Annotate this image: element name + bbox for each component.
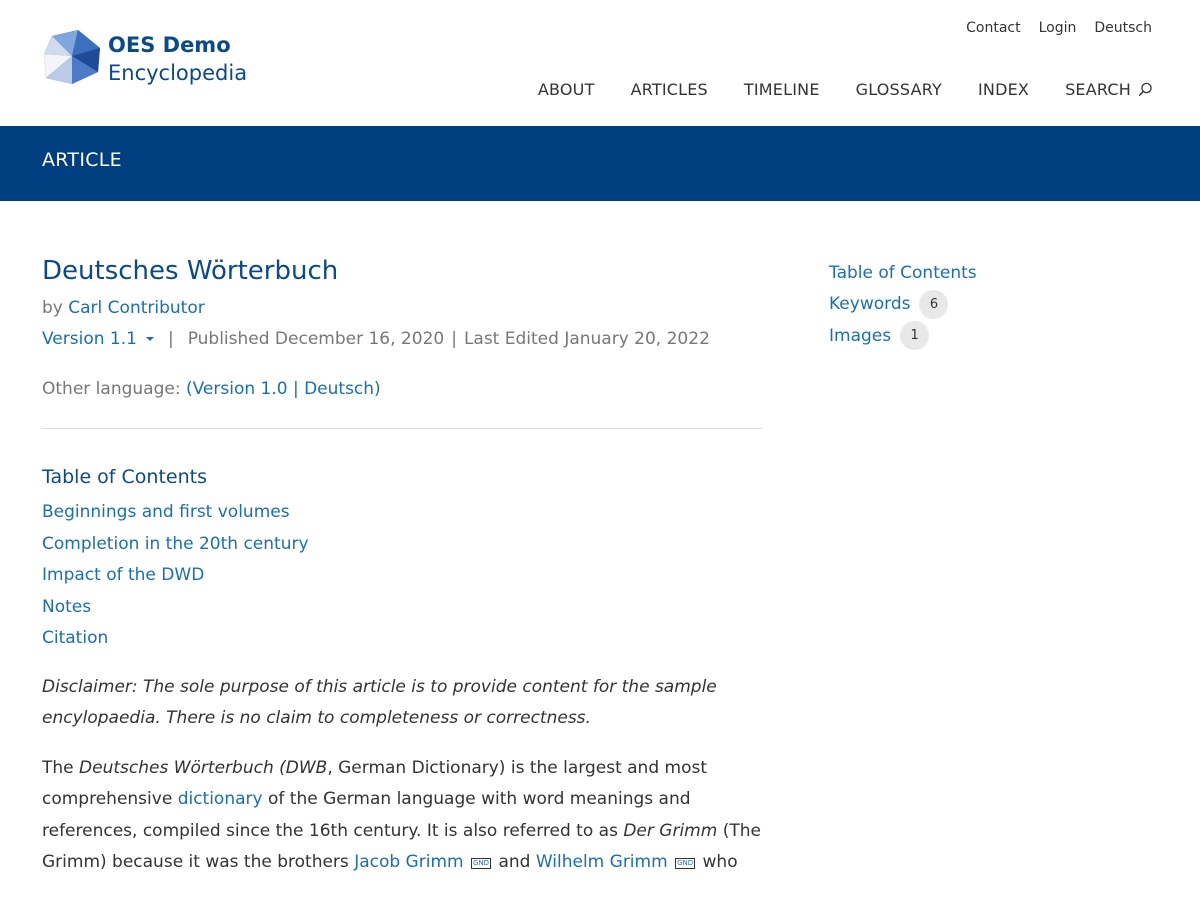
article-title: Deutsches Wörterbuch — [42, 256, 339, 286]
meta-separator: | — [451, 329, 457, 349]
last-edited-date: Last Edited January 20, 2022 — [463, 329, 710, 349]
toc-item: Citation — [42, 623, 762, 655]
toc-link-completion[interactable]: Completion in the 20th century — [42, 534, 309, 554]
logo-text: OES Demo Encyclopedia — [108, 31, 247, 87]
byline-prefix: by — [42, 298, 63, 318]
other-language-label: Other language: — [42, 379, 181, 399]
toc-link-notes[interactable]: Notes — [42, 597, 91, 617]
keywords-count-badge: 6 — [919, 289, 949, 319]
other-language: Other language: (Version 1.0 | Deutsch) — [42, 377, 762, 401]
version-dropdown[interactable]: Version 1.1 — [42, 327, 168, 351]
wilhelm-grimm-link[interactable]: Wilhelm Grimm — [536, 852, 668, 872]
main-nav: ABOUT ARTICLES TIMELINE GLOSSARY INDEX S… — [538, 80, 1153, 99]
gnd-icon[interactable]: GND — [470, 858, 492, 869]
nav-search[interactable]: SEARCH — [1065, 80, 1153, 99]
banner-title: ARTICLE — [42, 149, 122, 171]
sidebar-keywords-link[interactable]: Keywords — [829, 294, 910, 314]
sidebar-item-keywords: Keywords 6 — [829, 289, 977, 321]
toc-item: Impact of the DWD — [42, 560, 762, 592]
sidebar-images-link[interactable]: Images — [829, 326, 891, 346]
published-date: Published December 16, 2020 — [187, 329, 445, 349]
contact-link[interactable]: Contact — [966, 20, 1020, 36]
nav-timeline[interactable]: TIMELINE — [744, 80, 820, 99]
toc-link-citation[interactable]: Citation — [42, 628, 108, 648]
toc-link-impact[interactable]: Impact of the DWD — [42, 565, 204, 585]
site-logo[interactable]: OES Demo Encyclopedia — [42, 28, 247, 88]
search-icon — [1138, 82, 1152, 97]
nav-search-label: SEARCH — [1065, 80, 1131, 99]
text-run: who — [697, 852, 738, 872]
text-run: and — [493, 852, 536, 872]
meta-separator: | — [167, 329, 174, 349]
author-link[interactable]: Carl Contributor — [68, 298, 204, 318]
toc-item: Notes — [42, 592, 762, 624]
toc-link-beginnings[interactable]: Beginnings and first volumes — [42, 502, 290, 522]
toc-title: Table of Contents — [42, 466, 207, 488]
site-header: OES Demo Encyclopedia Contact Login Deut… — [0, 0, 1200, 126]
version-label: Version 1.1 — [42, 329, 137, 349]
logo-line1: OES Demo — [108, 33, 231, 57]
toc-item: Beginnings and first volumes — [42, 497, 762, 529]
sidebar-item-images: Images 1 — [829, 320, 977, 352]
sidebar-item-toc: Table of Contents — [829, 257, 977, 289]
other-language-link[interactable]: (Version 1.0 | Deutsch) — [186, 379, 381, 399]
article-meta: Version 1.1 | Published December 16, 202… — [42, 327, 762, 351]
nav-about[interactable]: ABOUT — [538, 80, 595, 99]
utility-nav: Contact Login Deutsch — [966, 20, 1152, 36]
article: Deutsches Wörterbuch by Carl Contributor… — [42, 254, 762, 896]
nav-glossary[interactable]: GLOSSARY — [856, 80, 942, 99]
login-link[interactable]: Login — [1039, 20, 1077, 36]
disclaimer: Disclaimer: The sole purpose of this art… — [42, 676, 717, 729]
language-switch-link[interactable]: Deutsch — [1094, 20, 1152, 36]
byline: by Carl Contributor — [42, 296, 762, 320]
text-run-italic: Deutsches Wörterbuch (DWB — [79, 757, 328, 778]
divider — [42, 428, 762, 429]
text-run: The — [42, 757, 80, 778]
article-paragraph: The Deutsches Wörterbuch (DWB, German Di… — [42, 753, 762, 879]
dictionary-link[interactable]: dictionary — [178, 789, 263, 809]
toc-list: Beginnings and first volumes Completion … — [42, 497, 762, 655]
sidebar-toc-link[interactable]: Table of Contents — [829, 263, 977, 283]
text-run-italic: Der Grimm — [623, 820, 718, 841]
jacob-grimm-link[interactable]: Jacob Grimm — [354, 852, 463, 872]
nav-articles[interactable]: ARTICLES — [631, 80, 708, 99]
images-count-badge: 1 — [900, 321, 930, 351]
article-sidebar: Table of Contents Keywords 6 Images 1 — [829, 257, 977, 352]
logo-line2: Encyclopedia — [108, 61, 248, 85]
gnd-icon[interactable]: GND — [675, 858, 696, 869]
gem-logo-icon — [44, 30, 100, 84]
toc-item: Completion in the 20th century — [42, 529, 762, 561]
nav-index[interactable]: INDEX — [978, 80, 1029, 99]
page-banner: ARTICLE — [0, 126, 1200, 201]
caret-down-icon — [145, 337, 154, 341]
